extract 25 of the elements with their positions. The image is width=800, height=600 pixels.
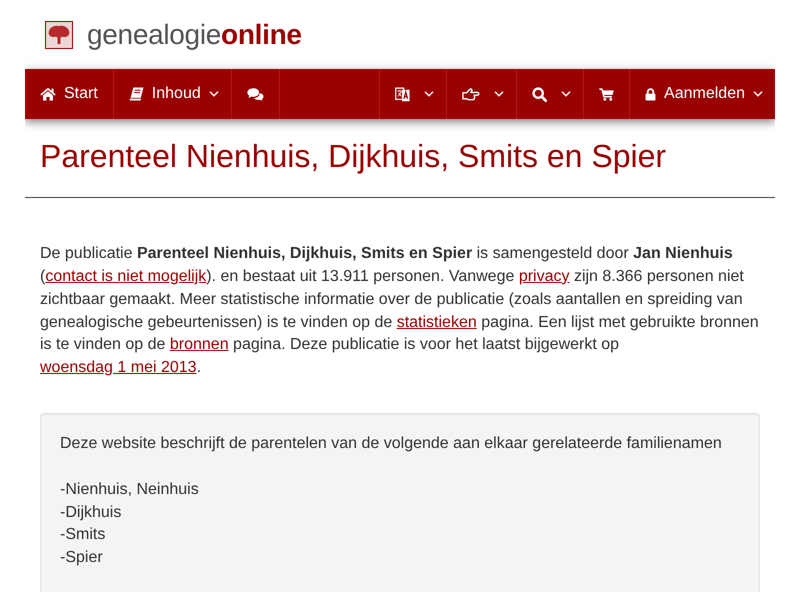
family-name-item: -Nienhuis, Neinhuis — [60, 480, 200, 500]
translate-icon — [395, 86, 410, 102]
family-name-item: -Smits — [60, 525, 106, 546]
tree-logo-icon[interactable] — [45, 21, 73, 49]
home-icon — [40, 87, 56, 101]
page-title: Parenteel Nienhuis, Dijkhuis, Smits en Spier — [40, 138, 668, 175]
family-name-item: -Spier — [60, 548, 104, 568]
inline-link[interactable]: contact is niet mogelijk — [45, 268, 206, 285]
site-logo-text[interactable]: genealogieonline — [87, 18, 302, 50]
login-menu-button[interactable]: Aanmelden — [629, 69, 775, 119]
publication-description: De publicatie Parenteel Nienhuis, Dijkhuis, Smits en Spier is samengesteld door Jan Nienhuis (contact is niet mogelijk). en bestaat uit 13.911 personen. Vanwege privacy zijn 8.366 personen niet zichtbaar gemaakt. Meer statistische informatie over de publicatie (zoals aantallen en spreiding van genealogische gebeurtenissen) is te vinden op de statistieken pagina. Een lijst met gebruikte bronnen is te vinden op de bronnen pagina. Deze publicatie is voor het laatst bijgewerkt op woensdag 1 mei 2013. — [40, 244, 760, 378]
search-icon — [532, 86, 548, 102]
family-name-item: -Dijkhuis — [60, 502, 122, 523]
start-nav-link[interactable]: Start — [25, 69, 114, 119]
lock-icon — [645, 88, 656, 100]
inline-link[interactable]: bronnen — [170, 336, 229, 354]
inline-link[interactable]: statistieken — [396, 314, 477, 331]
contents-menu-button[interactable]: Inhoud — [114, 69, 232, 119]
speech-bubbles-icon — [246, 88, 264, 100]
inline-link[interactable]: privacy — [518, 268, 570, 285]
inline-link[interactable]: woensdag 1 mei 2013 — [40, 359, 197, 376]
card-intro-text: Deze website beschrijft de parentelen van de volgende aan elkaar gerelateerde familienamen — [60, 434, 723, 454]
cart-icon — [599, 88, 614, 100]
book-icon — [128, 87, 144, 101]
pointing-hand-icon — [462, 88, 480, 100]
